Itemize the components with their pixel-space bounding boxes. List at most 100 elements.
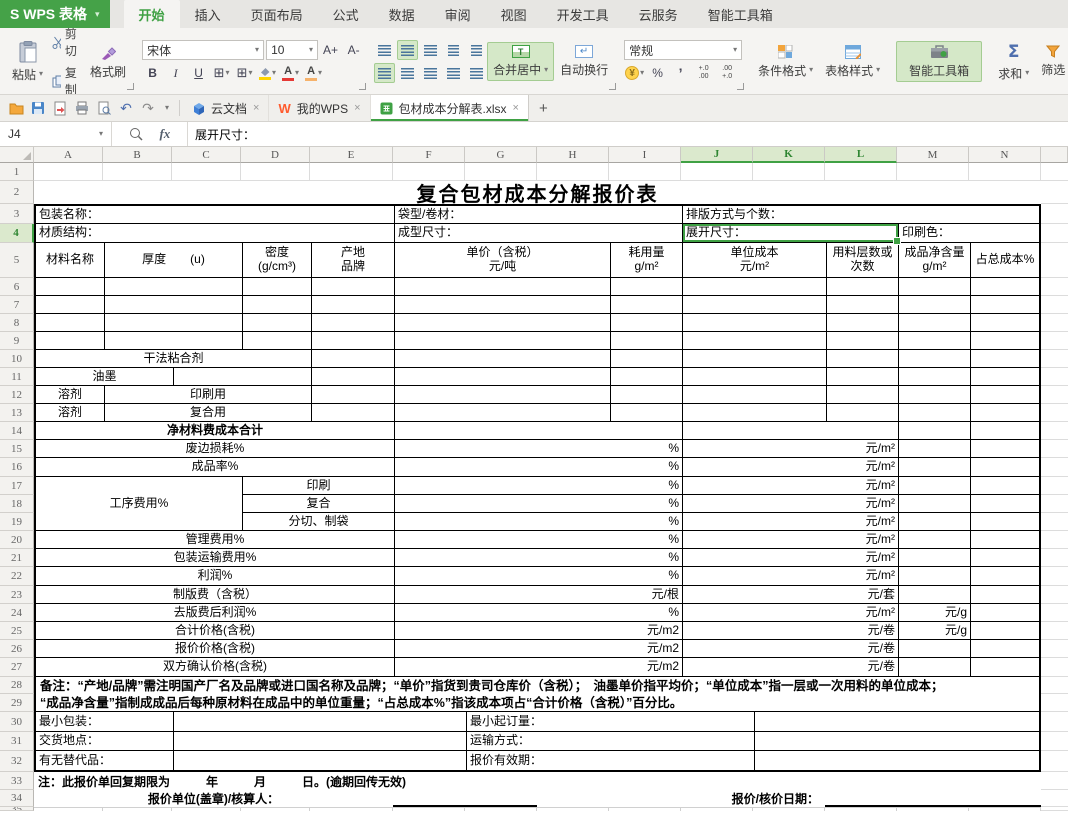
empty-cell[interactable] bbox=[312, 368, 395, 386]
empty-cell[interactable] bbox=[971, 622, 1039, 640]
close-icon[interactable]: × bbox=[354, 102, 360, 114]
cell-min-packing[interactable]: 最小包装： bbox=[36, 712, 174, 732]
align-center-button[interactable] bbox=[397, 63, 418, 83]
unit-cell[interactable]: 元/m² bbox=[683, 567, 899, 586]
new-tab-button[interactable]: + bbox=[529, 100, 558, 117]
underline-button[interactable]: U bbox=[188, 63, 209, 83]
empty-cell[interactable] bbox=[827, 386, 899, 404]
merge-center-button[interactable]: T 合并居中▾ bbox=[487, 42, 554, 81]
undo-button[interactable]: ↶ bbox=[115, 97, 137, 119]
cell-management-fee[interactable]: 管理费用% bbox=[36, 531, 395, 549]
unit-cell[interactable]: 元/m² bbox=[683, 495, 899, 513]
table-style-button[interactable]: 表格样式▾ bbox=[819, 42, 886, 82]
row-header-7[interactable]: 7 bbox=[0, 296, 34, 314]
close-icon[interactable]: × bbox=[253, 102, 259, 114]
empty-cell[interactable] bbox=[755, 732, 1039, 751]
unit-cell[interactable]: 元/m2 bbox=[395, 658, 683, 677]
unit-cell[interactable]: 元/m² bbox=[683, 440, 899, 458]
empty-cell[interactable] bbox=[174, 732, 467, 751]
empty-cell[interactable] bbox=[611, 350, 683, 368]
row-header-2[interactable]: 2 bbox=[0, 181, 34, 204]
tab-formulas[interactable]: 公式 bbox=[318, 0, 374, 28]
col-header-B[interactable]: B bbox=[103, 147, 172, 163]
tab-smart-toolbox[interactable]: 智能工具箱 bbox=[693, 0, 788, 28]
col-header-L[interactable]: L bbox=[825, 147, 897, 163]
cell-process-slitting[interactable]: 分切、制袋 bbox=[243, 513, 395, 531]
draw-border-button[interactable]: ⊞▾ bbox=[234, 63, 255, 83]
unit-cell[interactable]: 元/卷 bbox=[683, 622, 899, 640]
header-layers[interactable]: 用料层数或 次数 bbox=[827, 243, 899, 278]
empty-cell[interactable] bbox=[36, 314, 105, 332]
cell-net-material-total[interactable]: 净材料费成本合计 bbox=[36, 422, 395, 440]
unit-cell[interactable]: % bbox=[395, 604, 683, 622]
copy-button[interactable]: 复制 bbox=[49, 63, 84, 95]
cell-material-structure[interactable]: 材质结构： bbox=[36, 224, 395, 243]
currency-format-button[interactable]: ¥▾ bbox=[624, 63, 645, 83]
cell-solvent-laminate[interactable]: 溶剂 bbox=[36, 404, 105, 422]
empty-cell[interactable] bbox=[899, 658, 971, 677]
empty-cell[interactable] bbox=[899, 314, 971, 332]
doc-tab-my-wps[interactable]: W 我的WPS × bbox=[269, 95, 370, 121]
col-header-J[interactable]: J bbox=[681, 147, 753, 163]
empty-cell[interactable] bbox=[312, 386, 395, 404]
tab-home[interactable]: 开始 bbox=[124, 0, 180, 28]
row-header-22[interactable]: 22 bbox=[0, 567, 34, 586]
cell-solvent-print[interactable]: 溶剂 bbox=[36, 386, 105, 404]
chevron-down-icon[interactable]: ▾ bbox=[39, 70, 43, 78]
cell-dry-adhesive[interactable]: 干法粘合剂 bbox=[36, 350, 312, 368]
empty-cell[interactable] bbox=[899, 350, 971, 368]
format-painter-button[interactable]: 格式刷 bbox=[84, 41, 132, 83]
unit-cell[interactable]: 元/卷 bbox=[683, 640, 899, 658]
tab-page-layout[interactable]: 页面布局 bbox=[236, 0, 318, 28]
cell-for-printing[interactable]: 印刷用 bbox=[105, 386, 312, 404]
empty-cell[interactable] bbox=[243, 332, 312, 350]
col-header-A[interactable]: A bbox=[34, 147, 103, 163]
tab-dev-tools[interactable]: 开发工具 bbox=[542, 0, 624, 28]
empty-cell[interactable] bbox=[312, 314, 395, 332]
redo-button[interactable]: ↷ bbox=[137, 97, 159, 119]
empty-cell[interactable] bbox=[899, 495, 971, 513]
header-unit-price[interactable]: 单价（含税） 元/吨 bbox=[395, 243, 611, 278]
cell-bag-type[interactable]: 袋型/卷材： bbox=[395, 206, 683, 224]
cell-remarks[interactable]: 备注：“产地/品牌”需注明国产厂名及品牌或进口国名称及品牌；“单价”指货到贵司仓… bbox=[36, 677, 1039, 712]
unit-cell[interactable]: % bbox=[395, 477, 683, 495]
row-header-16[interactable]: 16 bbox=[0, 458, 34, 477]
cell-transport-mode[interactable]: 运输方式： bbox=[467, 732, 755, 751]
empty-cell[interactable] bbox=[899, 477, 971, 495]
empty-cell[interactable] bbox=[611, 296, 683, 314]
empty-cell[interactable] bbox=[971, 658, 1039, 677]
print-preview-button[interactable] bbox=[93, 97, 115, 119]
empty-cell[interactable] bbox=[395, 368, 611, 386]
empty-cell[interactable] bbox=[899, 440, 971, 458]
empty-cell[interactable] bbox=[899, 567, 971, 586]
empty-cell[interactable] bbox=[312, 278, 395, 296]
tab-review[interactable]: 审阅 bbox=[430, 0, 486, 28]
row-header-9[interactable]: 9 bbox=[0, 332, 34, 350]
doc-tab-cloud[interactable]: 云文档 × bbox=[184, 95, 269, 121]
cell-confirmed-price[interactable]: 双方确认价格(含税) bbox=[36, 658, 395, 677]
empty-cell[interactable] bbox=[683, 296, 827, 314]
empty-cell[interactable] bbox=[683, 278, 827, 296]
date-blank-cell[interactable] bbox=[825, 790, 1041, 807]
chevron-down-icon[interactable]: ▾ bbox=[99, 130, 103, 138]
cell-quote-validity[interactable]: 报价有效期： bbox=[467, 751, 755, 770]
font-name-select[interactable]: 宋体 ▾ bbox=[142, 40, 264, 60]
cell-process-print[interactable]: 印刷 bbox=[243, 477, 395, 495]
empty-cell[interactable] bbox=[755, 751, 1039, 770]
sheet-title-cell[interactable]: 复合包材成本分解报价表 bbox=[34, 181, 1041, 204]
select-all-corner[interactable] bbox=[0, 147, 34, 163]
cell-quote-date-label[interactable]: 报价/核价日期： bbox=[537, 790, 825, 807]
empty-cell[interactable] bbox=[899, 386, 971, 404]
unit-cell[interactable]: 元/套 bbox=[683, 586, 899, 604]
empty-cell[interactable] bbox=[971, 278, 1039, 296]
empty-cell[interactable] bbox=[971, 350, 1039, 368]
empty-cell[interactable] bbox=[971, 531, 1039, 549]
font-size-select[interactable]: 10 ▾ bbox=[266, 40, 318, 60]
unit-cell[interactable]: % bbox=[395, 495, 683, 513]
row-header-14[interactable]: 14 bbox=[0, 422, 34, 440]
empty-cell[interactable] bbox=[827, 296, 899, 314]
header-cost-share[interactable]: 占总成本% bbox=[971, 243, 1039, 278]
empty-cell[interactable] bbox=[971, 549, 1039, 567]
empty-cell[interactable] bbox=[36, 296, 105, 314]
filter-button[interactable]: 筛选 bbox=[1035, 42, 1068, 81]
